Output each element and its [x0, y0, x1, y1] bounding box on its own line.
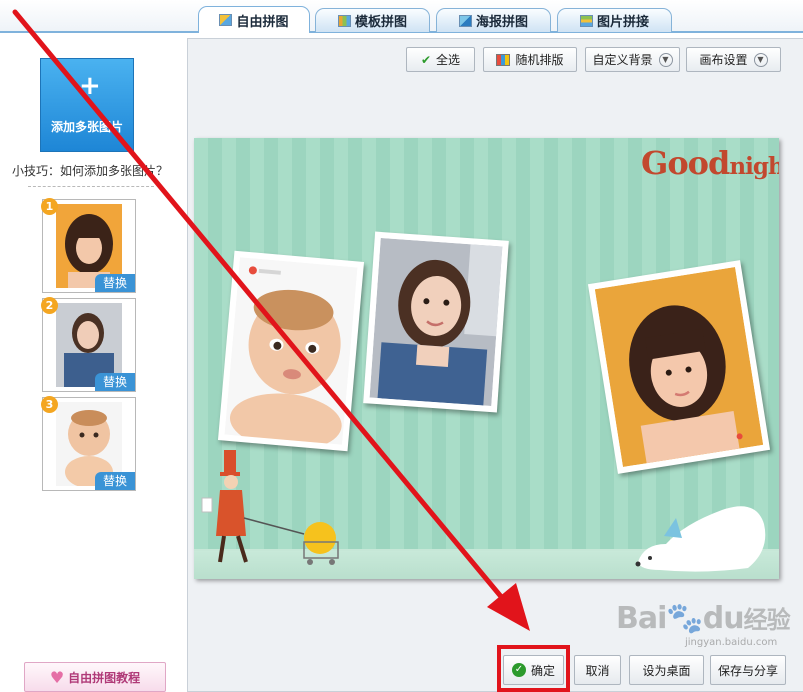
- annotation-highlight-box: [497, 645, 570, 692]
- annotation-arrow: [12, 9, 530, 631]
